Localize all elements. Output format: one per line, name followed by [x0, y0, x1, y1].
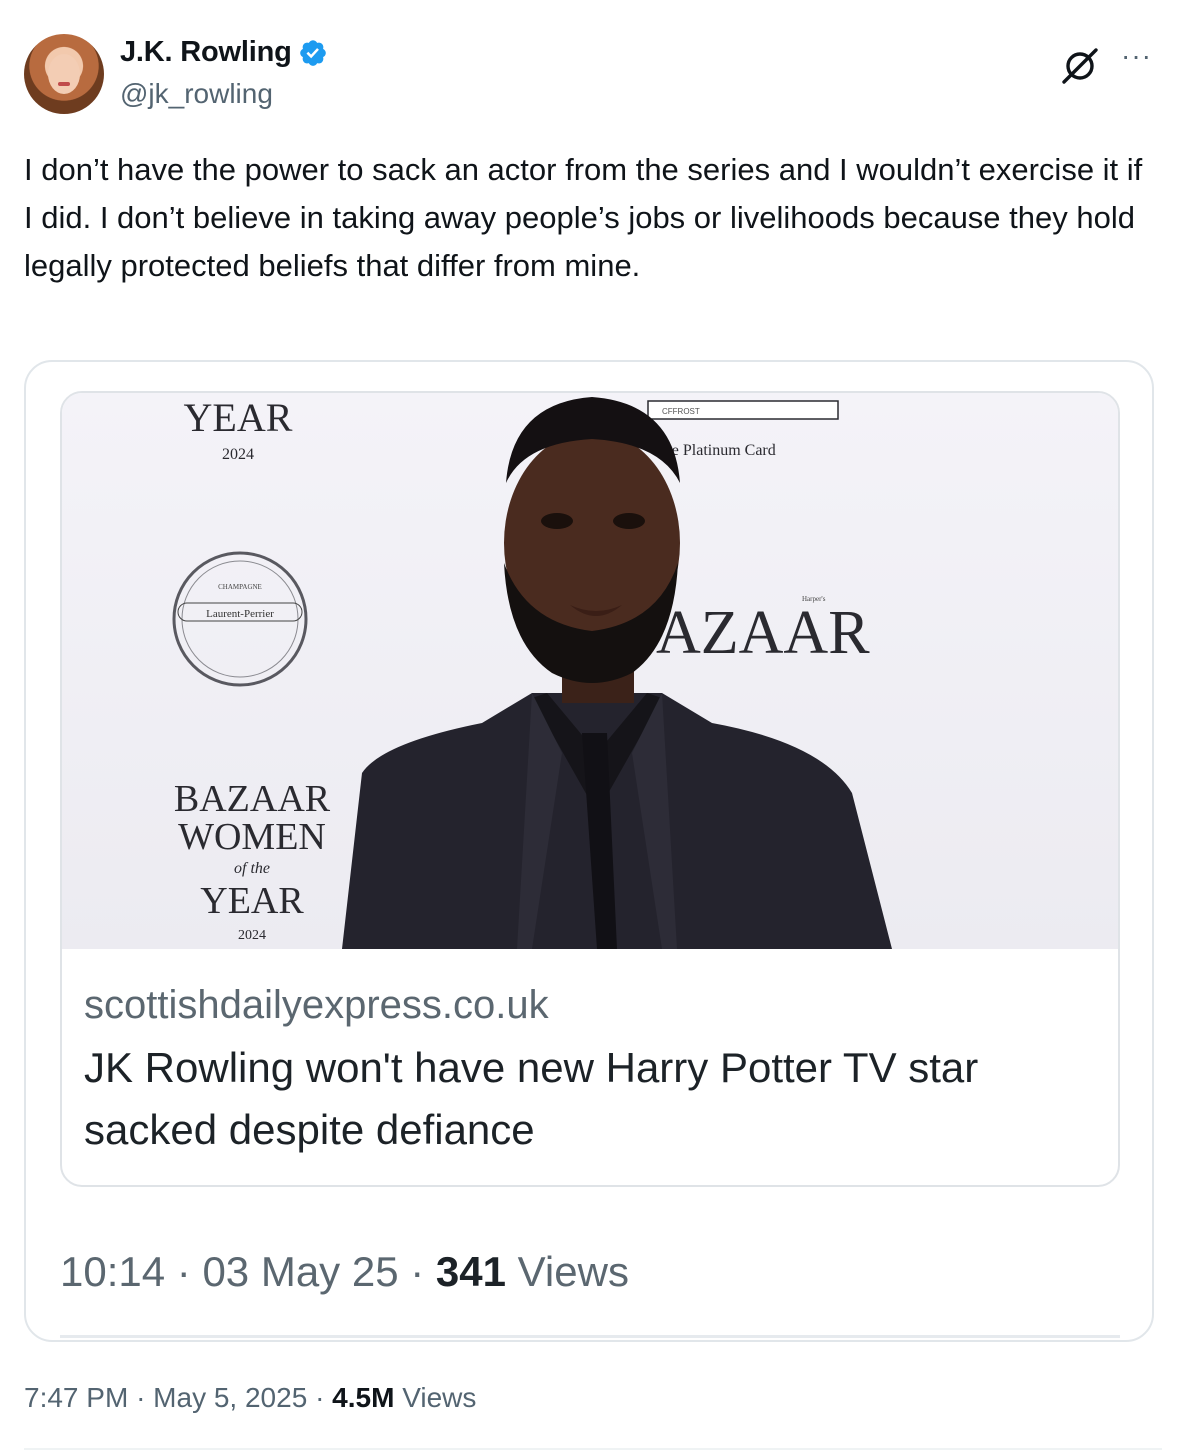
tweet-text: I don’t have the power to sack an actor …: [24, 152, 1143, 283]
article-photo: YEAR 2024 CFFROST The Platinum Card CHAM…: [62, 393, 1118, 949]
link-title[interactable]: JK Rowling won't have new Harry Potter T…: [84, 1037, 1084, 1161]
photo-text-of-the: of the: [234, 860, 270, 877]
photo-text-laurent: Laurent-Perrier: [206, 608, 274, 620]
quoted-divider: [60, 1335, 1120, 1338]
quoted-time: 10:14: [60, 1248, 166, 1295]
photo-text-card-label: CFFROST: [662, 407, 700, 416]
more-options-icon[interactable]: ···: [1121, 42, 1152, 70]
author-handle[interactable]: @jk_rowling: [120, 78, 273, 110]
meta-separator-2: ·: [315, 1382, 325, 1413]
grok-icon[interactable]: [1060, 46, 1100, 86]
bottom-divider: [24, 1448, 1162, 1450]
quoted-tweet-meta: 10:14 · 03 May 25 · 341 Views: [60, 1248, 629, 1296]
person-figure: [342, 397, 892, 949]
tweet-header: J.K. Rowling @jk_rowling ···: [24, 34, 1162, 118]
photo-text-year-bottom-num: 2024: [238, 928, 266, 943]
photo-text-year-top-num: 2024: [222, 446, 254, 463]
photo-text-champagne: CHAMPAGNE: [218, 583, 262, 591]
photo-text-year-top: YEAR: [184, 395, 293, 440]
tweet-time[interactable]: 7:47 PM: [24, 1382, 128, 1413]
quoted-separator-2: ·: [410, 1248, 425, 1295]
author-name-row: J.K. Rowling: [120, 36, 328, 69]
quoted-date: 03 May 25: [202, 1248, 399, 1295]
tweet-views-count: 4.5M: [332, 1382, 395, 1413]
photo-text-women: WOMEN: [178, 816, 326, 858]
tweet-meta: 7:47 PM · May 5, 2025 · 4.5M Views: [24, 1382, 476, 1414]
quoted-separator-1: ·: [176, 1248, 191, 1295]
tweet-views-label: Views: [402, 1382, 477, 1413]
photo-text-bazaar-right: AZAAR: [656, 599, 870, 667]
meta-separator-1: ·: [136, 1382, 146, 1413]
verified-badge-icon: [299, 39, 326, 66]
link-domain: scottishdailyexpress.co.uk: [84, 983, 549, 1027]
tweet-date[interactable]: May 5, 2025: [153, 1382, 307, 1413]
avatar-lips: [58, 82, 70, 86]
avatar-face: [48, 54, 80, 94]
author-name[interactable]: J.K. Rowling: [120, 36, 292, 69]
quoted-views-label: Views: [517, 1248, 629, 1295]
laurent-perrier-seal: CHAMPAGNE Laurent-Perrier: [172, 551, 308, 687]
photo-text-year-bottom: YEAR: [200, 880, 304, 922]
photo-text-bazaar: BAZAAR: [174, 778, 331, 820]
avatar[interactable]: [24, 34, 104, 114]
quoted-views-count: 341: [435, 1248, 506, 1295]
link-preview-card[interactable]: YEAR 2024 CFFROST The Platinum Card CHAM…: [60, 391, 1120, 1187]
